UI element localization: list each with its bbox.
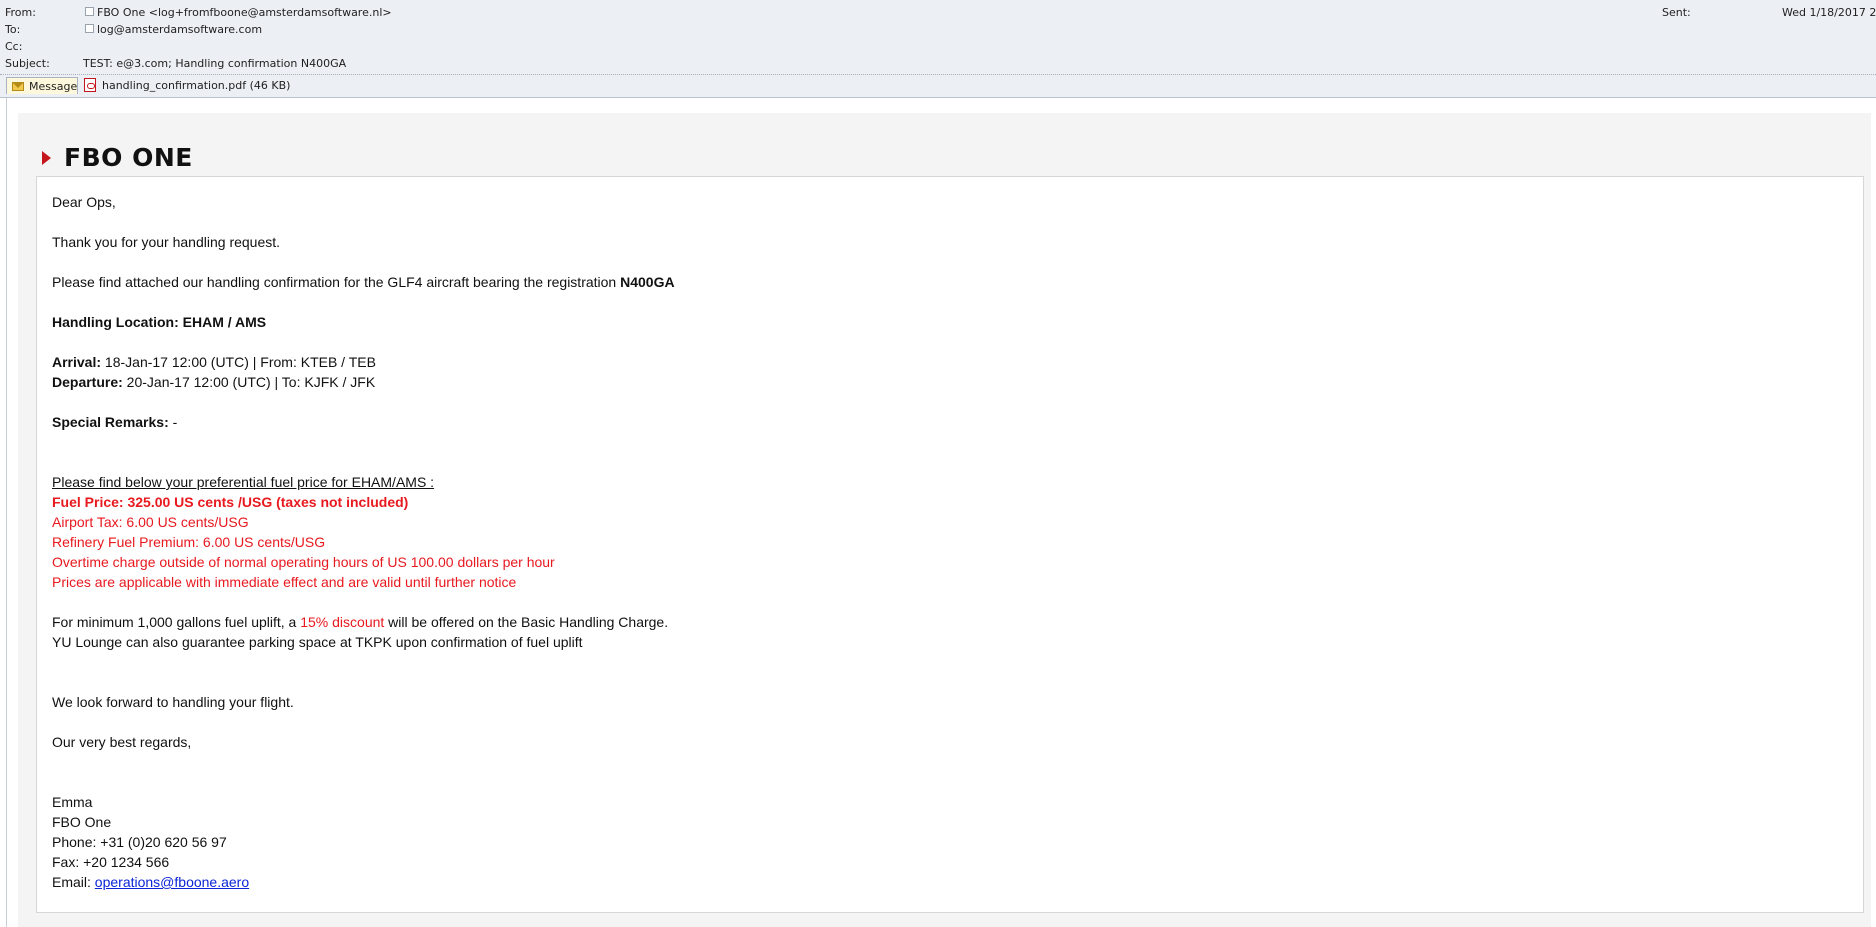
email-link[interactable]: operations@fboone.aero (95, 874, 249, 890)
lounge-line: YU Lounge can also guarantee parking spa… (52, 634, 583, 650)
discount-highlight: 15% discount (300, 614, 385, 630)
from-value[interactable]: FBO One <log+fromfboone@amsterdamsoftwar… (85, 5, 392, 20)
discount-prefix: For minimum 1,000 gallons fuel uplift, a (52, 614, 301, 630)
envelope-icon (12, 82, 24, 91)
attachment-filename: handling_confirmation.pdf (46 KB) (102, 79, 291, 92)
from-label: From: (5, 6, 36, 19)
arrival-line: Arrival: 18-Jan-17 12:00 (UTC) | From: K… (52, 352, 376, 372)
discount-line: For minimum 1,000 gallons fuel uplift, a… (52, 612, 668, 632)
email-canvas: FBO ONE Dear Ops, Thank you for your han… (18, 113, 1871, 927)
handling-location: Handling Location: EHAM / AMS (52, 314, 267, 330)
departure-label: Departure: (52, 374, 123, 390)
message-tab-label: Message (29, 80, 78, 93)
signature-email: Email: operations@fboone.aero (52, 872, 249, 892)
sent-label: Sent: (1662, 6, 1691, 19)
to-address: log@amsterdamsoftware.com (97, 23, 263, 36)
departure-value: 20-Jan-17 12:00 (UTC) | To: KJFK / JFK (122, 374, 376, 390)
from-address: FBO One <log+fromfboone@amsterdamsoftwar… (97, 6, 392, 19)
airport-tax: Airport Tax: 6.00 US cents/USG (52, 514, 249, 530)
fuel-price: Fuel Price: 325.00 US cents /USG (taxes … (52, 494, 409, 510)
fuel-intro: Please find below your preferential fuel… (52, 474, 435, 490)
email-content: Dear Ops, Thank you for your handling re… (36, 176, 1864, 913)
greeting: Dear Ops, (52, 194, 116, 210)
sent-value: Wed 1/18/2017 2 (1782, 6, 1876, 19)
remarks-label: Special Remarks: (52, 414, 169, 430)
departure-line: Departure: 20-Jan-17 12:00 (UTC) | To: K… (52, 372, 375, 392)
signature-company: FBO One (52, 814, 112, 830)
signature-name: Emma (52, 794, 93, 810)
discount-suffix: will be offered on the Basic Handling Ch… (384, 614, 669, 630)
to-label: To: (5, 23, 21, 36)
email-header: From: FBO One <log+fromfboone@amsterdams… (0, 0, 1876, 75)
attached-prefix: Please find attached our handling confir… (52, 274, 621, 290)
registration: N400GA (620, 274, 675, 290)
remarks-value: - (168, 414, 178, 430)
thanks-text: Thank you for your handling request. (52, 234, 281, 250)
message-tab[interactable]: Message (6, 77, 78, 94)
pdf-icon (84, 78, 96, 92)
arrival-value: 18-Jan-17 12:00 (UTC) | From: KTEB / TEB (101, 354, 376, 370)
contact-checkbox-icon (85, 24, 94, 33)
email-label: Email: (52, 874, 95, 890)
attachment-bar: Message handling_confirmation.pdf (46 KB… (0, 75, 1876, 98)
price-validity: Prices are applicable with immediate eff… (52, 574, 517, 590)
message-body: FBO ONE Dear Ops, Thank you for your han… (6, 98, 1871, 927)
refinery-premium: Refinery Fuel Premium: 6.00 US cents/USG (52, 534, 326, 550)
signature-fax: Fax: +20 1234 566 (52, 854, 170, 870)
remarks-line: Special Remarks: - (52, 412, 177, 432)
look-forward: We look forward to handling your flight. (52, 694, 294, 710)
attachment-pdf[interactable]: handling_confirmation.pdf (46 KB) (84, 77, 290, 94)
contact-checkbox-icon (85, 7, 94, 16)
brand-name: FBO ONE (64, 143, 193, 172)
sent-row: Sent: Wed 1/18/2017 2 (1662, 5, 1876, 20)
arrival-label: Arrival: (52, 354, 102, 370)
to-value[interactable]: log@amsterdamsoftware.com (85, 22, 262, 37)
signature-phone: Phone: +31 (0)20 620 56 97 (52, 834, 227, 850)
subject-value: TEST: e@3.com; Handling confirmation N40… (83, 57, 347, 70)
brand-arrow-icon (42, 151, 51, 165)
attached-text: Please find attached our handling confir… (52, 272, 675, 292)
cc-label: Cc: (5, 40, 23, 53)
overtime-charge: Overtime charge outside of normal operat… (52, 554, 555, 570)
subject-label: Subject: (5, 57, 50, 70)
regards: Our very best regards, (52, 734, 192, 750)
